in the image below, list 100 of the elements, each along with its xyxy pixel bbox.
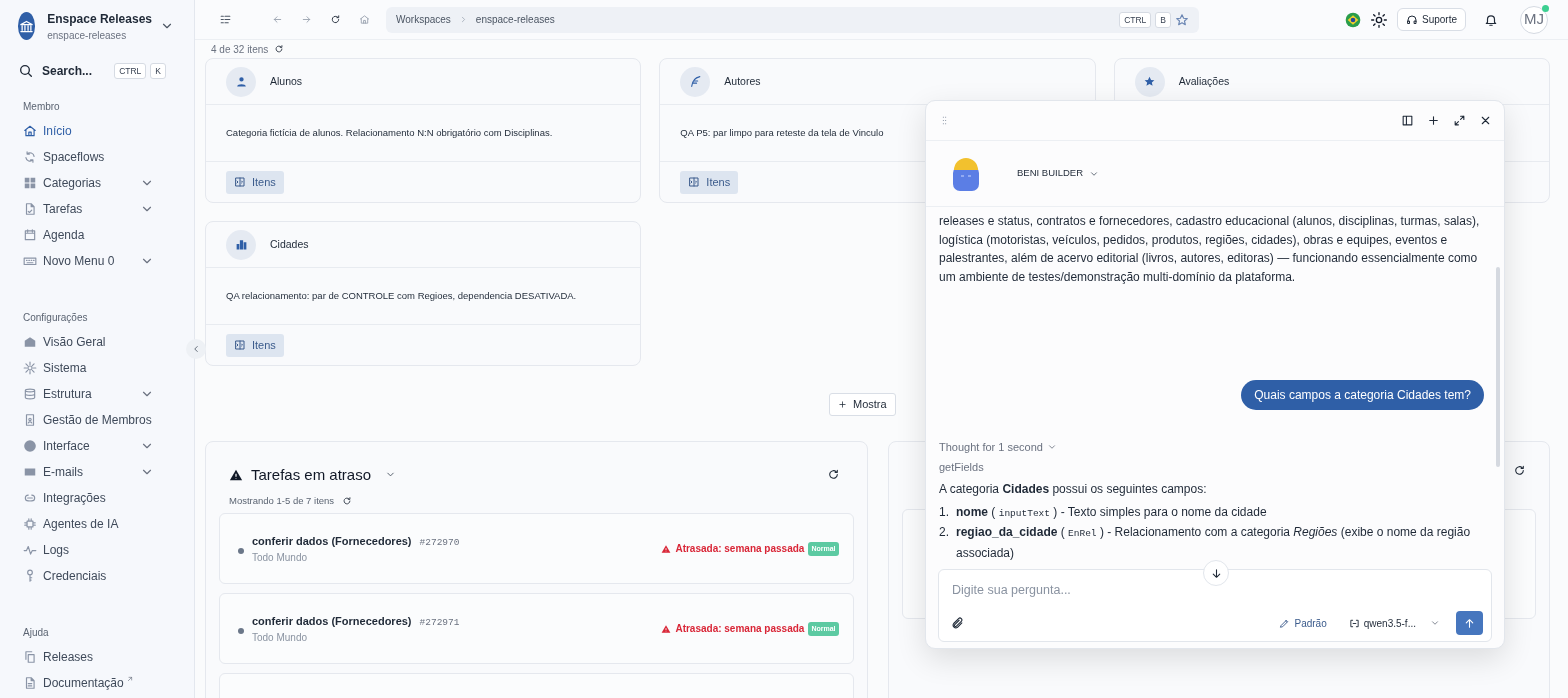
copy-icon xyxy=(23,650,37,664)
composer-panel[interactable]: Digite sua pergunta... Padrão qwen3.5-f... xyxy=(938,569,1492,642)
collapse-handle[interactable] xyxy=(186,339,206,359)
breadcrumb-current[interactable]: enspace-releases xyxy=(475,12,555,27)
mode-button[interactable]: Padrão xyxy=(1277,615,1329,631)
task-id: #272970 xyxy=(419,535,460,550)
question-field[interactable]: Digite sua pergunta... xyxy=(951,578,1483,602)
pulse-icon xyxy=(23,543,37,557)
reload-icon[interactable] xyxy=(330,14,341,25)
warning-icon xyxy=(661,623,672,634)
home-icon xyxy=(23,124,37,138)
bank-icon xyxy=(19,18,35,34)
key-hint: CTRL xyxy=(1119,11,1152,28)
brackets-icon xyxy=(1348,617,1360,629)
sidebar-item[interactable]: Credenciais xyxy=(18,563,180,589)
send-button[interactable] xyxy=(1456,611,1483,635)
agent-dropdown[interactable]: BENI BUILDER xyxy=(1011,165,1105,182)
sidebar-item[interactable]: Documentação xyxy=(18,670,180,696)
sidebar-item[interactable]: Gestão de Membros xyxy=(18,407,180,433)
reload-icon[interactable] xyxy=(826,468,840,482)
sidebar-item[interactable]: Logs xyxy=(18,537,180,563)
section-label: Configurações xyxy=(23,311,89,325)
item-count: Mostrando 1-5 de 7 itens xyxy=(229,494,335,508)
key-hint: B xyxy=(1155,11,1171,28)
keyboard-icon xyxy=(23,254,37,268)
workspace-logo[interactable] xyxy=(18,12,36,40)
category-description: QA relacionamento: par de CONTROLE com Regioes, dependencia DESATIVADA. xyxy=(226,288,577,303)
sidebar-item[interactable]: Sistema xyxy=(18,355,180,381)
doc-icon xyxy=(23,676,37,690)
sidebar-item[interactable]: Categorias xyxy=(18,170,180,196)
item-count: 4 de 32 itens xyxy=(211,42,269,57)
file-icon xyxy=(23,202,37,216)
section-label: Membro xyxy=(23,100,61,114)
sidebar-item[interactable]: Tarefas xyxy=(18,196,180,222)
external-link-icon xyxy=(125,675,134,683)
sidebar-panel-icon[interactable] xyxy=(1401,114,1414,127)
list-number: 2. xyxy=(939,524,950,541)
category-title: Avaliações xyxy=(1178,73,1230,89)
due-status: Atrasada: semana passada xyxy=(675,542,805,557)
bell-icon[interactable] xyxy=(1484,12,1498,27)
plus-icon xyxy=(838,399,847,409)
task-id: #272971 xyxy=(419,615,460,630)
chevron-down-icon xyxy=(1430,618,1440,628)
star-icon[interactable] xyxy=(1175,12,1189,27)
reload-icon[interactable] xyxy=(342,496,353,507)
expand-icon[interactable] xyxy=(1453,114,1466,127)
search-link[interactable]: Search... xyxy=(42,62,93,80)
sidebar-item[interactable]: Estrutura xyxy=(18,381,180,407)
search-icon[interactable] xyxy=(18,63,34,79)
breadcrumb-link[interactable]: Workspaces xyxy=(396,12,451,27)
sidebar-item[interactable]: Agenda xyxy=(18,222,180,248)
flag-icon[interactable] xyxy=(1344,11,1361,28)
scrollbar-thumb[interactable] xyxy=(1496,267,1500,467)
items-icon xyxy=(234,176,246,188)
sidebar-item[interactable]: Releases xyxy=(18,644,180,670)
sidebar-item[interactable]: Visão Geral xyxy=(18,329,180,355)
sidebar-item[interactable]: Agentes de IA xyxy=(18,511,180,537)
section-label: Ajuda xyxy=(23,626,50,640)
show-more-button[interactable]: Mostra xyxy=(829,393,896,416)
plus-icon[interactable] xyxy=(1427,114,1440,127)
sidebar-item[interactable]: Spaceflows xyxy=(18,144,180,170)
model-dropdown[interactable]: qwen3.5-f... xyxy=(1346,615,1442,631)
list-number: 1. xyxy=(939,503,950,521)
support-button[interactable]: Suporte xyxy=(1396,8,1466,31)
sidebar-toggle-icon[interactable] xyxy=(219,13,232,26)
list-item: nome ( inputText ) - Texto simples para o nome da cidade xyxy=(956,503,1267,521)
assistant-message: releases e status, contratos e fornecedores, cadastro educacional (alunos, disciplinas, turmas, salas), logística (motoristas, veículos, pedidos, produtos, regiões, cidades), obras e equipes, eventos e palestrantes, além de acervo editorial (livros, autores, editoras) — funcionando essencialmente como um ambiente de testes/demonstração multi-domínio da plataforma. xyxy=(939,213,1481,286)
chevron-left-icon xyxy=(191,344,201,354)
sidebar-item[interactable]: Integrações xyxy=(18,485,180,511)
tool-name: getFields xyxy=(939,459,985,475)
sidebar-item[interactable]: Novo Menu 0 xyxy=(18,248,180,274)
robot-icon xyxy=(951,155,981,192)
category-description: QA P5: par limpo para reteste da tela de Vinculo xyxy=(680,125,884,140)
star-icon xyxy=(1143,75,1157,88)
list-item: regiao_da_cidade ( EnRel ) - Relacionamento com a categoria Regiões (exibe o nome da região associada) xyxy=(956,524,1472,562)
category-description: Categoria fictícia de alunos. Relacionamento N:N obrigatório com Disciplinas. xyxy=(226,125,553,140)
task-title: conferir dados (Fornecedores) xyxy=(252,613,412,629)
reload-icon[interactable] xyxy=(274,44,285,54)
items-button[interactable]: Itens xyxy=(680,170,739,194)
task-assignee: Todo Mundo xyxy=(252,630,309,645)
due-status: Atrasada: semana passada xyxy=(675,622,805,637)
grid-icon xyxy=(23,176,37,190)
panel-title: Tarefas em atraso xyxy=(251,464,372,485)
sidebar-item[interactable]: Interface xyxy=(18,433,180,459)
house-icon xyxy=(23,335,37,349)
key-hint: K xyxy=(150,63,166,79)
sidebar-item[interactable]: E-mails xyxy=(18,459,180,485)
sidebar-item[interactable]: Início xyxy=(18,118,180,144)
paperclip-icon[interactable] xyxy=(951,616,964,630)
thought-toggle[interactable]: Thought for 1 second xyxy=(939,438,1057,457)
items-icon xyxy=(688,176,701,188)
reload-icon[interactable] xyxy=(1513,463,1526,477)
scroll-down-button[interactable] xyxy=(1203,560,1229,586)
close-icon[interactable] xyxy=(1479,114,1492,127)
sun-icon[interactable] xyxy=(1370,11,1387,28)
status-dot xyxy=(238,627,244,634)
items-button[interactable]: Itens xyxy=(226,170,284,194)
warning-icon xyxy=(661,543,672,554)
items-button[interactable]: Itens xyxy=(226,333,284,357)
feather-icon xyxy=(688,75,702,88)
